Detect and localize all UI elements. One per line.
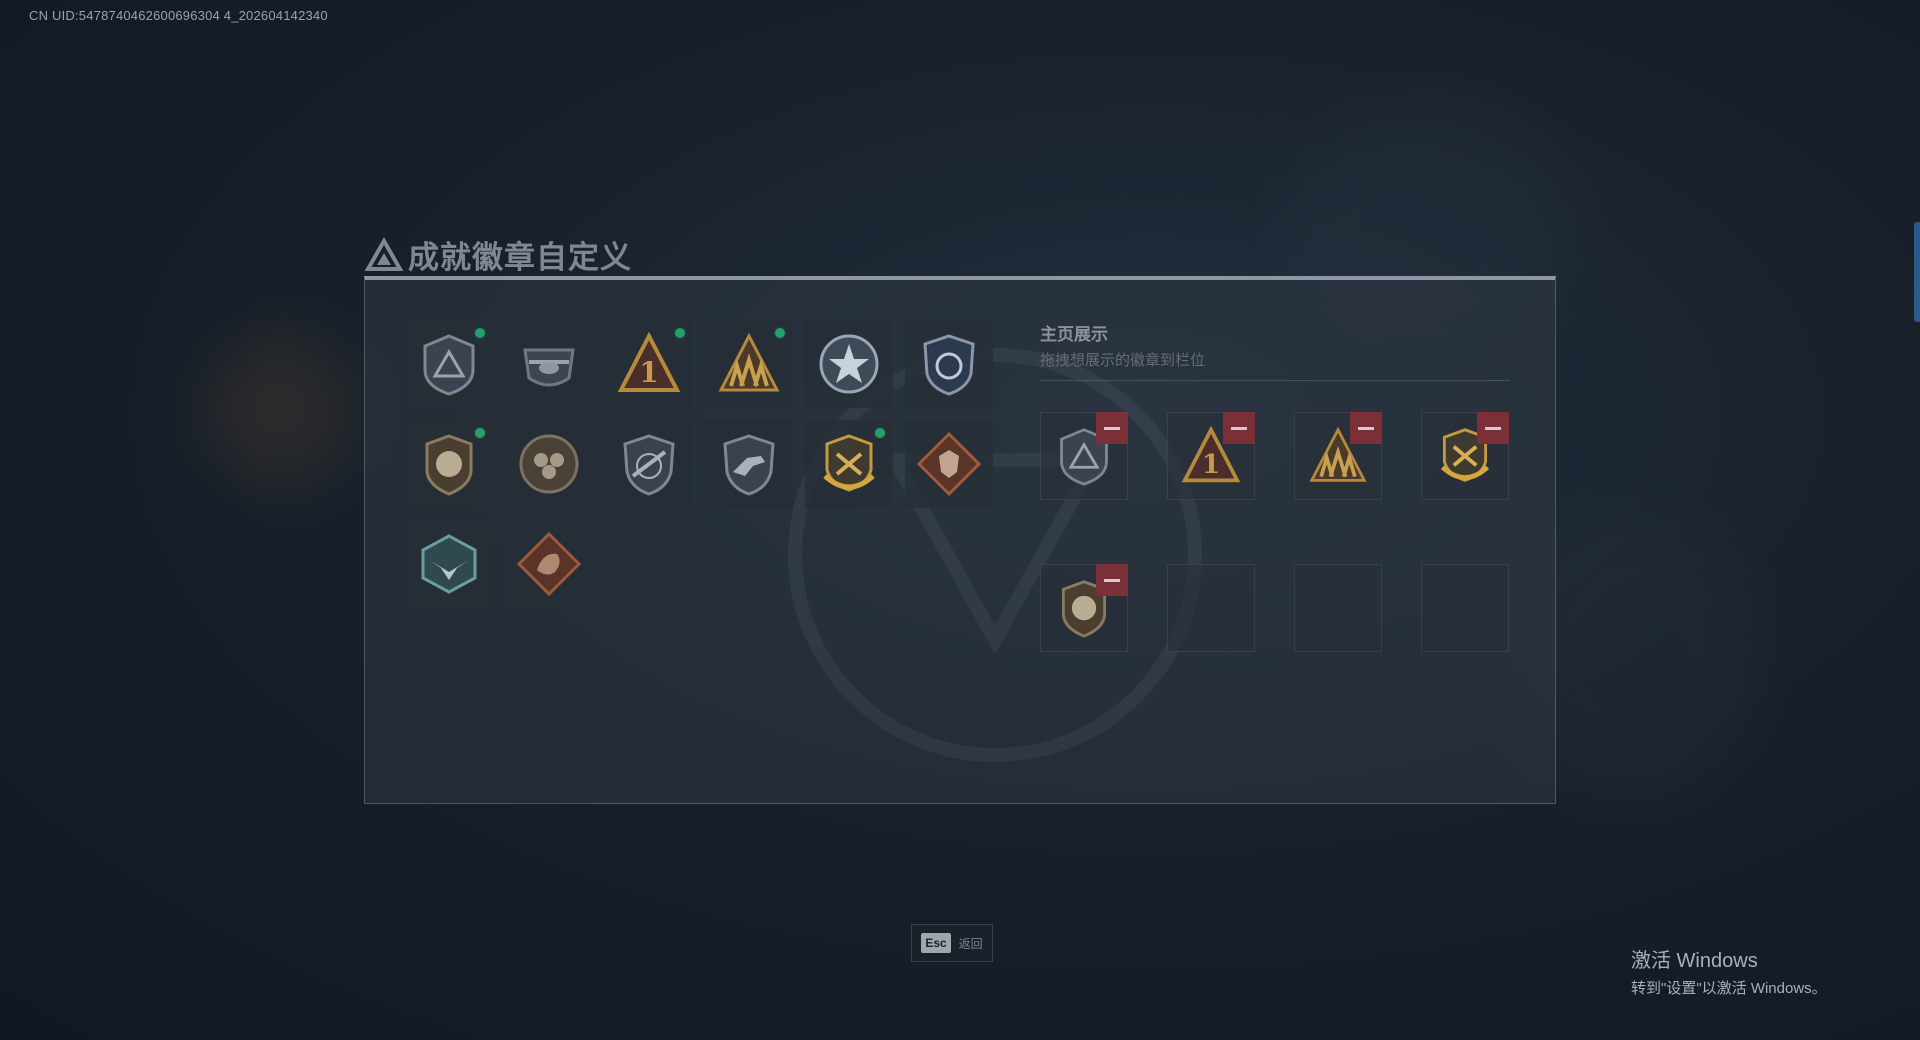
badge-slot[interactable] <box>405 420 493 508</box>
badge-panel: 1 主页展示 拖拽想展示的徽章到栏位 1 <box>364 276 1556 804</box>
remove-badge-button[interactable] <box>1223 412 1255 444</box>
svg-text:1: 1 <box>639 356 658 389</box>
remove-badge-button[interactable] <box>1477 412 1509 444</box>
showcase-slot-empty[interactable] <box>1167 564 1255 652</box>
new-indicator <box>673 326 687 340</box>
lion-shield-badge-icon <box>425 434 473 496</box>
minus-icon <box>1231 426 1247 430</box>
showcase-slot[interactable] <box>1294 412 1382 500</box>
dragon-diamond-badge-icon <box>517 532 581 596</box>
flower-round-badge-icon <box>519 434 579 494</box>
badge-slot[interactable] <box>405 520 493 608</box>
showcase-slot-empty[interactable] <box>1294 564 1382 652</box>
dino-shield-badge-icon <box>723 434 775 496</box>
number-one-triangle-badge-icon: 1 <box>617 332 681 392</box>
showcase-slot[interactable] <box>1040 564 1128 652</box>
triangle-shield-badge-icon <box>423 334 475 396</box>
showcase-slots: 1 <box>1040 412 1509 652</box>
minus-icon <box>1358 426 1374 430</box>
eagle-hexagon-badge-icon <box>421 534 477 594</box>
showcase-subtitle: 拖拽想展示的徽章到栏位 <box>1040 352 1206 369</box>
badge-slot[interactable] <box>505 420 593 508</box>
police-shield-badge-icon <box>923 334 975 396</box>
minus-icon <box>1485 426 1501 430</box>
new-indicator <box>873 426 887 440</box>
new-indicator <box>473 326 487 340</box>
badge-slot[interactable] <box>405 320 493 408</box>
rifle-shield-badge-icon <box>623 434 675 496</box>
badge-slot[interactable] <box>505 520 593 608</box>
minus-icon <box>1104 578 1120 582</box>
svg-text:1: 1 <box>1202 449 1220 480</box>
remove-badge-button[interactable] <box>1096 412 1128 444</box>
esc-key-hint: Esc <box>921 933 951 953</box>
showcase-slot[interactable]: 1 <box>1167 412 1255 500</box>
page-header: 成就徽章自定义 <box>364 232 632 277</box>
page-title: 成就徽章自定义 <box>408 240 632 275</box>
side-edge-tab[interactable] <box>1914 222 1920 322</box>
showcase-slot[interactable] <box>1040 412 1128 500</box>
badge-slot[interactable]: 1 <box>605 320 693 408</box>
star-wreath-badge-icon <box>819 334 879 394</box>
new-indicator <box>773 326 787 340</box>
homepage-showcase: 主页展示 拖拽想展示的徽章到栏位 1 <box>1040 320 1510 652</box>
windows-activation-watermark: 激活 Windows 转到"设置"以激活 Windows。 <box>1631 944 1827 998</box>
activation-subtitle: 转到"设置"以激活 Windows。 <box>1631 980 1827 997</box>
badge-slot[interactable] <box>905 320 993 408</box>
back-label: 返回 <box>958 936 983 951</box>
badge-slot[interactable] <box>805 420 893 508</box>
back-button[interactable]: Esc 返回 <box>911 924 993 962</box>
minus-icon <box>1104 426 1120 430</box>
new-indicator <box>473 426 487 440</box>
remove-badge-button[interactable] <box>1350 412 1382 444</box>
wolf-diamond-badge-icon <box>917 432 981 496</box>
gold-laurel-badge-icon <box>823 434 875 492</box>
badge-slot[interactable] <box>805 320 893 408</box>
divider <box>1040 380 1510 381</box>
badge-slot[interactable] <box>505 320 593 408</box>
helicopter-badge-icon <box>523 348 575 387</box>
activation-title: 激活 Windows <box>1631 950 1758 972</box>
squad-triangle-badge-icon <box>718 332 780 392</box>
badge-slot[interactable] <box>705 420 793 508</box>
badge-slot[interactable] <box>905 420 993 508</box>
player-uid: CN UID:5478740462600696304 4_20260414234… <box>29 8 328 23</box>
showcase-title: 主页展示 <box>1040 325 1108 344</box>
triangle-logo-icon <box>364 236 404 271</box>
badge-collection-grid: 1 <box>405 320 993 608</box>
badge-slot[interactable] <box>605 420 693 508</box>
showcase-slot-empty[interactable] <box>1421 564 1509 652</box>
showcase-slot[interactable] <box>1421 412 1509 500</box>
badge-slot[interactable] <box>705 320 793 408</box>
remove-badge-button[interactable] <box>1096 564 1128 596</box>
